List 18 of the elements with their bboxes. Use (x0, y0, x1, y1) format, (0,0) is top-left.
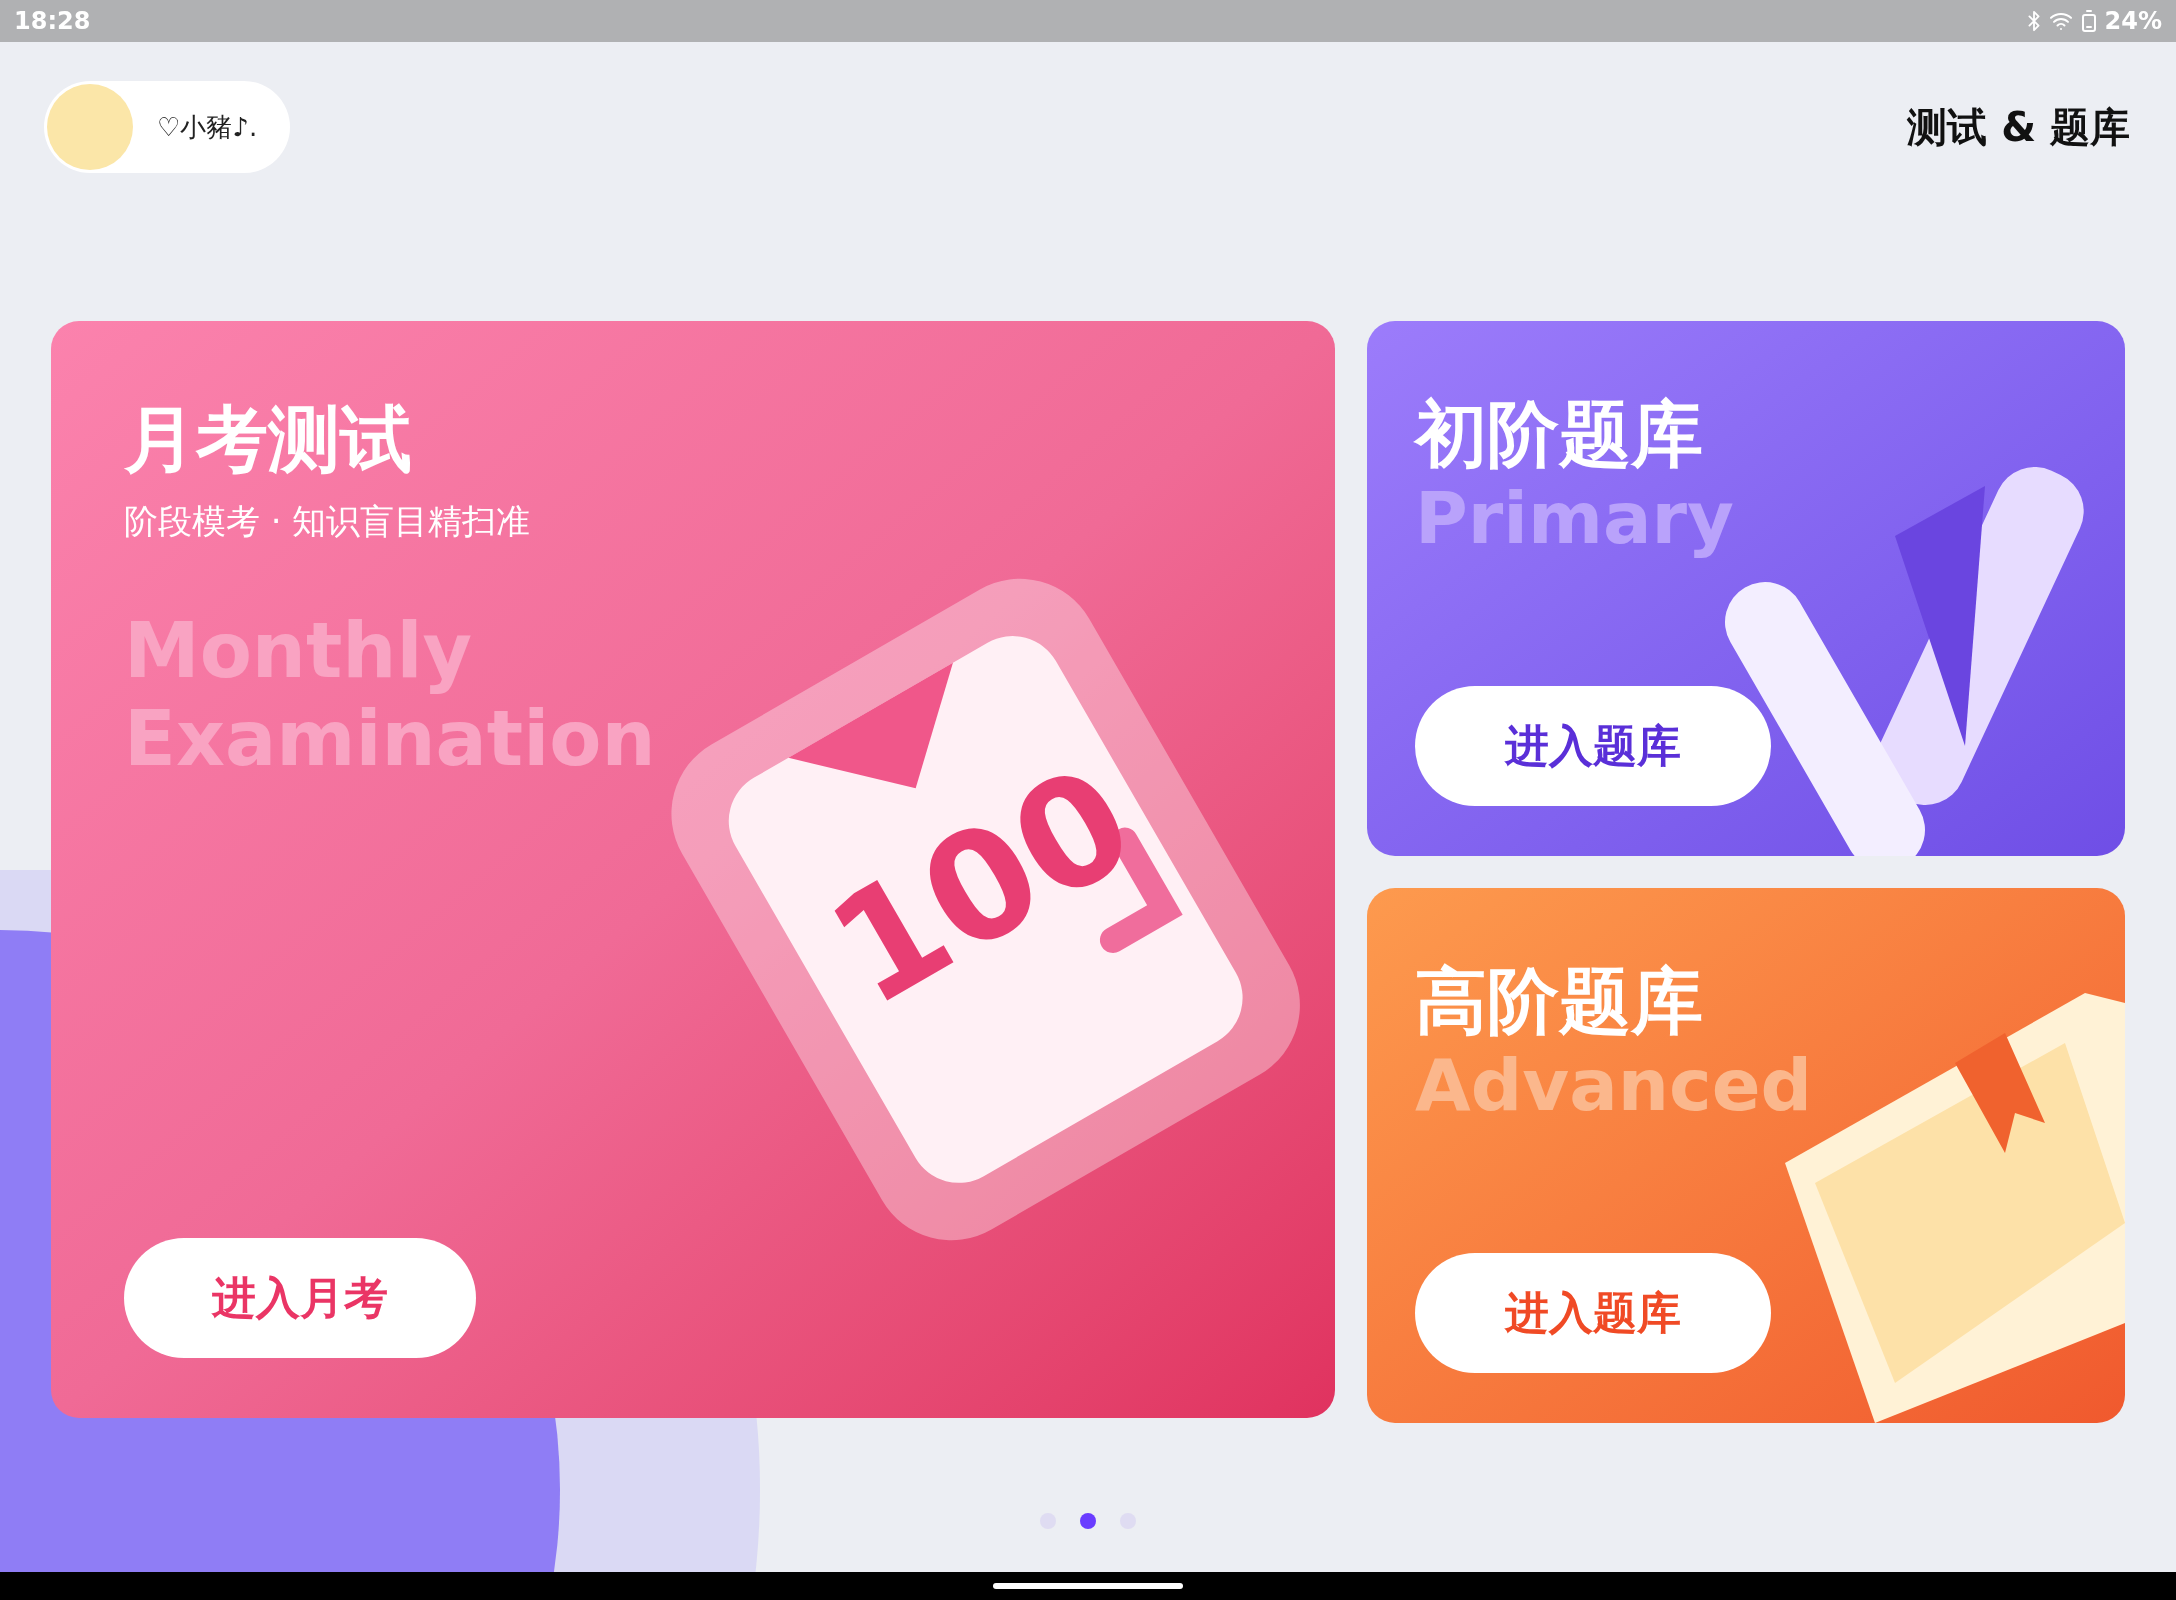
category-card[interactable]: 高阶题库 Advanced 进入题库 (1367, 888, 2125, 1423)
home-indicator[interactable] (993, 1583, 1183, 1589)
user-name: ♡小豬♪. (157, 110, 258, 144)
enter-button[interactable]: 进入月考 (124, 1238, 476, 1358)
card-english-title: Primary (1415, 477, 1734, 561)
status-time: 18:28 (14, 6, 91, 37)
score-text: 100 (808, 742, 1155, 1030)
category-card[interactable]: 初阶题库 Primary 进入题库 (1367, 321, 2125, 856)
battery-percent: 24% (2104, 6, 2162, 37)
page-title: 测试 & 题库 (1907, 103, 2130, 152)
profile-chip[interactable]: ♡小豬♪. (44, 81, 290, 173)
card-subtitle: 阶段模考 · 知识盲目精扫准 (124, 500, 531, 544)
card-title: 月考测试 (124, 396, 412, 483)
enter-button[interactable]: 进入题库 (1415, 686, 1771, 806)
enter-button[interactable]: 进入题库 (1415, 1253, 1771, 1373)
card-english-title: Advanced (1415, 1044, 1813, 1128)
card-title: 初阶题库 (1415, 391, 1703, 478)
card-title: 高阶题库 (1415, 958, 1703, 1045)
